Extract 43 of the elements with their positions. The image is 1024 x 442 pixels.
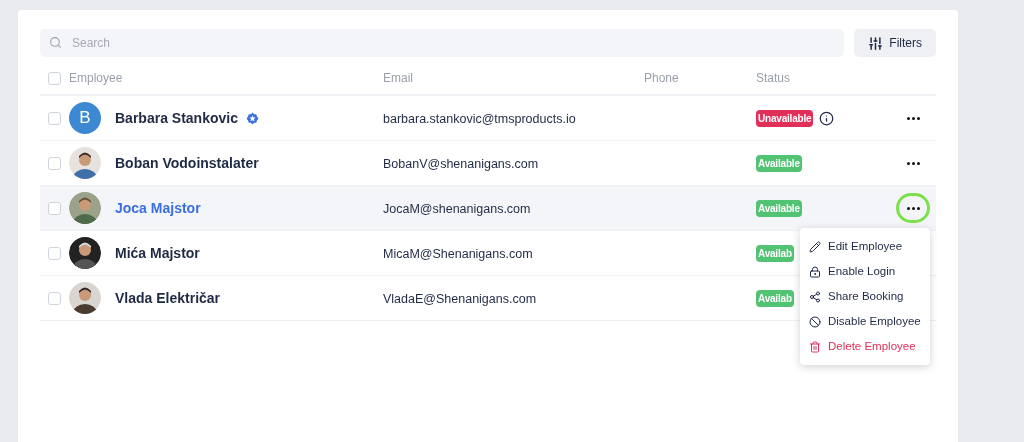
status-badge: Available — [756, 199, 802, 217]
column-header: Phone — [644, 71, 679, 85]
status-badge: Available — [756, 154, 802, 172]
employee-name[interactable]: Boban Vodoinstalater — [115, 152, 259, 174]
prohibited-icon — [809, 315, 821, 328]
checkbox[interactable] — [48, 246, 61, 260]
share-icon — [809, 290, 821, 303]
email-text: JocaM@shenanigans.com — [383, 202, 531, 216]
more-icon — [906, 116, 920, 120]
trash-icon — [809, 340, 821, 353]
email-text: MicaM@Shenanigans.com — [383, 247, 533, 261]
search-icon — [49, 36, 62, 49]
column-header: Employee — [69, 71, 123, 85]
avatar: B — [69, 102, 101, 134]
more-icon — [906, 161, 920, 165]
employee-name[interactable]: Vlada Električar — [115, 287, 221, 309]
employee-name[interactable]: Mića Majstor — [115, 242, 200, 264]
checkbox[interactable] — [48, 291, 61, 305]
search-field[interactable]: Search — [40, 29, 845, 57]
email-text: BobanV@shenanigans.com — [383, 157, 539, 171]
employee-name[interactable]: Barbara Stankovic — [115, 107, 238, 129]
menu-item[interactable]: Share Booking — [800, 284, 930, 309]
menu-item[interactable]: Delete Employee — [800, 334, 930, 359]
column-header: Email — [383, 71, 413, 85]
employee-name[interactable]: Joca Majstor — [115, 197, 201, 219]
status-badge: Availab — [756, 244, 794, 262]
column-header: Status — [756, 71, 791, 85]
status-badge: Unavailable — [756, 109, 814, 127]
lock-icon — [809, 265, 821, 278]
more-button[interactable] — [896, 193, 930, 223]
checkbox[interactable] — [48, 71, 61, 85]
info-icon[interactable] — [819, 110, 835, 126]
checkbox[interactable] — [48, 156, 61, 170]
email-text: barbara.stankovic@tmsproducts.io — [383, 112, 576, 126]
email-text: VladaE@Shenanigans.com — [383, 292, 537, 306]
filters-button[interactable]: Filters — [854, 29, 936, 57]
checkbox[interactable] — [48, 111, 61, 125]
menu-item[interactable]: Edit Employee — [800, 234, 930, 259]
status-badge: Availab — [756, 289, 794, 307]
more-icon — [906, 206, 920, 210]
checkbox[interactable] — [48, 201, 61, 215]
sliders-icon — [868, 35, 884, 51]
pencil-icon — [809, 240, 821, 253]
